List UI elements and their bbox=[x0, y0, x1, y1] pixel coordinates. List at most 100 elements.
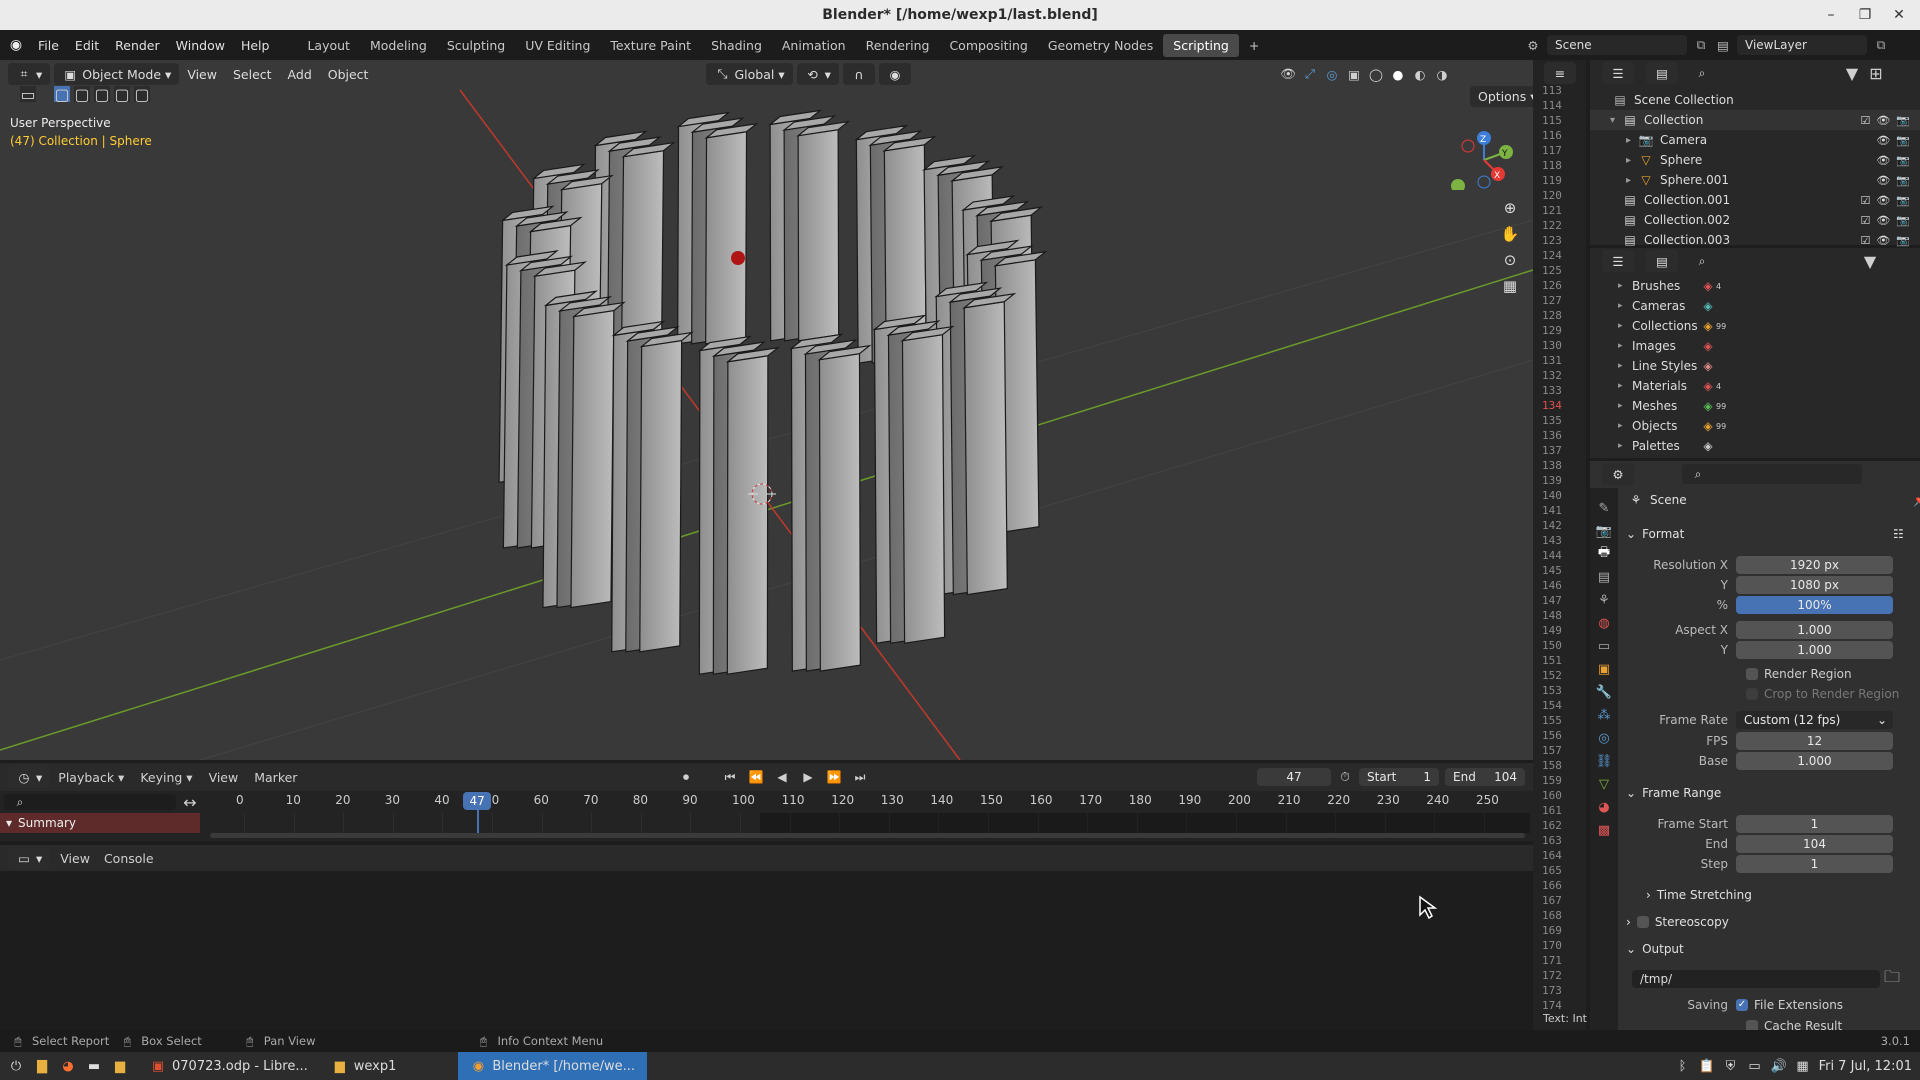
folder-icon[interactable]: ▆ bbox=[112, 1058, 128, 1074]
volume-icon[interactable]: 🔊 bbox=[1770, 1058, 1786, 1074]
jump-end-icon[interactable]: ⏭ bbox=[852, 769, 868, 785]
tab-rendering[interactable]: Rendering bbox=[856, 34, 940, 57]
tab-shading[interactable]: Shading bbox=[701, 34, 772, 57]
camera-render-icon[interactable]: 📷 bbox=[1896, 154, 1910, 167]
pivot-dropdown[interactable]: ⟲ ▾ bbox=[796, 63, 839, 85]
minimize-button[interactable]: – bbox=[1816, 0, 1846, 30]
particles-tab-icon[interactable]: ⁂ bbox=[1596, 707, 1612, 723]
record-icon[interactable]: ⏺ bbox=[678, 769, 694, 785]
3d-viewport[interactable]: Z Y X ⊕ ✋ ⊙ ▦ User Perspective (47) Coll… bbox=[0, 60, 1533, 760]
timeline-menu-keying[interactable]: Keying ▾ bbox=[132, 770, 200, 785]
console-menu-view[interactable]: View bbox=[50, 851, 100, 866]
render-region-checkbox[interactable] bbox=[1746, 668, 1758, 680]
frame-rate-dropdown[interactable]: Custom (12 fps) ⌄ bbox=[1736, 711, 1893, 729]
expand-toggle-icon[interactable]: ▸ bbox=[1618, 281, 1632, 291]
exclude-checkbox[interactable]: ☑ bbox=[1860, 234, 1870, 247]
new-scene-icon[interactable]: ⧉ bbox=[1693, 37, 1709, 53]
play-icon[interactable]: ▶ bbox=[800, 769, 816, 785]
firefox-icon[interactable]: ◕ bbox=[60, 1058, 76, 1074]
end-frame-field[interactable]: End 104 bbox=[1445, 768, 1525, 786]
blend-file-item[interactable]: ▸ Objects ◈ 99 bbox=[1590, 416, 1920, 436]
modifier-tab-icon[interactable]: 🔧 bbox=[1596, 684, 1612, 700]
select-intersect-icon[interactable]: ▢ bbox=[134, 85, 150, 104]
crop-region-checkbox[interactable] bbox=[1746, 688, 1758, 700]
ortho-grid-icon[interactable]: ▦ bbox=[1502, 277, 1518, 295]
expand-toggle-icon[interactable]: ▸ bbox=[1618, 341, 1632, 351]
outliner-item[interactable]: ▸ 📷 Camera 👁 📷 bbox=[1590, 130, 1920, 150]
world-tab-icon[interactable]: ◍ bbox=[1596, 615, 1612, 631]
tab-compositing[interactable]: Compositing bbox=[939, 34, 1037, 57]
blender-logo-icon[interactable]: ◉ bbox=[8, 37, 24, 53]
expand-toggle-icon[interactable]: ▸ bbox=[1618, 301, 1632, 311]
xray-icon[interactable]: ▣ bbox=[1346, 66, 1362, 82]
tab-layout[interactable]: Layout bbox=[297, 34, 360, 57]
resolution-y-field[interactable]: 1080 px bbox=[1736, 576, 1893, 594]
viewport-menu-view[interactable]: View bbox=[179, 64, 225, 85]
blend-file-item[interactable]: ▸ Collections ◈ 99 bbox=[1590, 316, 1920, 336]
timeline-scrollbar[interactable] bbox=[210, 833, 1525, 838]
tab-geometry-nodes[interactable]: Geometry Nodes bbox=[1038, 34, 1163, 57]
pan-hand-icon[interactable]: ✋ bbox=[1501, 225, 1520, 243]
mode-dropdown[interactable]: ▣ Object Mode ▾ bbox=[54, 63, 180, 85]
outliner-item[interactable]: ▸ ▽ Sphere 👁 📷 bbox=[1590, 150, 1920, 170]
format-section-header[interactable]: ⌄ Format ☷ bbox=[1626, 526, 1906, 542]
properties-editor-type[interactable]: ⚙ bbox=[1602, 463, 1634, 485]
eye-icon[interactable]: 👁 bbox=[1876, 234, 1890, 247]
camera-render-icon[interactable]: 📷 bbox=[1896, 174, 1910, 187]
resolution-x-field[interactable]: 1920 px bbox=[1736, 556, 1893, 574]
eye-icon[interactable]: 👁 bbox=[1876, 134, 1890, 147]
timeline-ruler[interactable]: 0 10 20 30 40 50 60 70 80 90 100 110 120 130 140 150 160… bbox=[200, 792, 1530, 837]
timeline-menu-marker[interactable]: Marker bbox=[246, 770, 305, 785]
expand-toggle-icon[interactable]: ▸ bbox=[1626, 175, 1638, 186]
clock-label[interactable]: Fri 7 Jul, 12:01 bbox=[1819, 1059, 1912, 1074]
jump-start-icon[interactable]: ⏮ bbox=[722, 769, 738, 785]
maximize-button[interactable]: ❐ bbox=[1850, 0, 1880, 30]
scene-tab-icon[interactable]: ⚘ bbox=[1596, 592, 1612, 608]
expand-toggle-icon[interactable]: ▸ bbox=[1618, 381, 1632, 391]
camera-render-icon[interactable]: 📷 bbox=[1896, 114, 1910, 127]
rendered-shading-icon[interactable]: ◑ bbox=[1434, 66, 1450, 82]
book-mesh[interactable] bbox=[872, 314, 955, 644]
camera-view-icon[interactable]: ⊙ bbox=[1502, 251, 1518, 269]
playhead-frame-indicator[interactable]: 47 bbox=[463, 792, 492, 810]
clipboard-icon[interactable]: 📋 bbox=[1698, 1058, 1714, 1074]
task-blender[interactable]: ◉ Blender* [/home/we... bbox=[458, 1052, 648, 1080]
blendfile-search-input[interactable]: ⌕ bbox=[1686, 251, 1796, 271]
expand-toggle-icon[interactable]: ▸ bbox=[1618, 321, 1632, 331]
tool-tab-icon[interactable]: ✎ bbox=[1596, 500, 1612, 516]
camera-render-icon[interactable]: 📷 bbox=[1896, 234, 1910, 247]
timeline-editor-type[interactable]: ◷ ▾ bbox=[8, 766, 51, 788]
editor-type-button[interactable]: ⌗ ▾ bbox=[8, 63, 51, 85]
blendfile-editor-type[interactable]: ☰ bbox=[1602, 250, 1634, 272]
expand-toggle-icon[interactable]: ▾ bbox=[1610, 115, 1622, 126]
filter-icon[interactable]: ▼ bbox=[1862, 252, 1878, 271]
outliner-display-mode[interactable]: ▤ bbox=[1646, 62, 1678, 84]
properties-search-input[interactable]: ⌕ bbox=[1682, 464, 1862, 484]
next-keyframe-icon[interactable]: ⏩ bbox=[826, 769, 842, 785]
outliner-item[interactable]: ▤ Collection.002 ☑ 👁 📷 bbox=[1590, 210, 1920, 230]
outliner-search-input[interactable]: ⌕ bbox=[1686, 63, 1796, 83]
expand-toggle-icon[interactable]: ▸ bbox=[1618, 421, 1632, 431]
blend-file-item[interactable]: ▸ Palettes ◈ bbox=[1590, 436, 1920, 456]
exclude-checkbox[interactable]: ☑ bbox=[1860, 114, 1870, 127]
frame-end-field[interactable]: 104 bbox=[1736, 835, 1893, 853]
view-layer-tab-icon[interactable]: ▤ bbox=[1596, 569, 1612, 585]
book-mesh[interactable] bbox=[697, 335, 780, 675]
eye-icon[interactable]: 👁 bbox=[1876, 174, 1890, 187]
time-stretching-section[interactable]: › Time Stretching bbox=[1646, 888, 1752, 902]
blendfile-display-mode[interactable]: ▤ bbox=[1646, 250, 1678, 272]
physics-tab-icon[interactable]: ◎ bbox=[1596, 730, 1612, 746]
resolution-percent-field[interactable]: 100% bbox=[1736, 596, 1893, 614]
add-workspace-icon[interactable]: + bbox=[1239, 34, 1269, 57]
collection-tab-icon[interactable]: ▭ bbox=[1596, 638, 1612, 654]
output-tab-icon[interactable]: 🖶 bbox=[1596, 545, 1612, 562]
new-collection-icon[interactable]: ⊞ bbox=[1868, 64, 1884, 83]
console-editor-type[interactable]: ▭ ▾ bbox=[8, 847, 51, 869]
fps-field[interactable]: 12 bbox=[1736, 732, 1893, 750]
blend-file-item[interactable]: ▸ Materials ◈ 4 bbox=[1590, 376, 1920, 396]
presets-icon[interactable]: ☷ bbox=[1890, 526, 1906, 542]
stopwatch-icon[interactable]: ⏱ bbox=[1337, 769, 1353, 785]
battery-icon[interactable]: ▭ bbox=[1747, 1058, 1763, 1074]
terminal-icon[interactable]: ▬ bbox=[86, 1058, 102, 1074]
camera-render-icon[interactable]: 📷 bbox=[1896, 214, 1910, 227]
